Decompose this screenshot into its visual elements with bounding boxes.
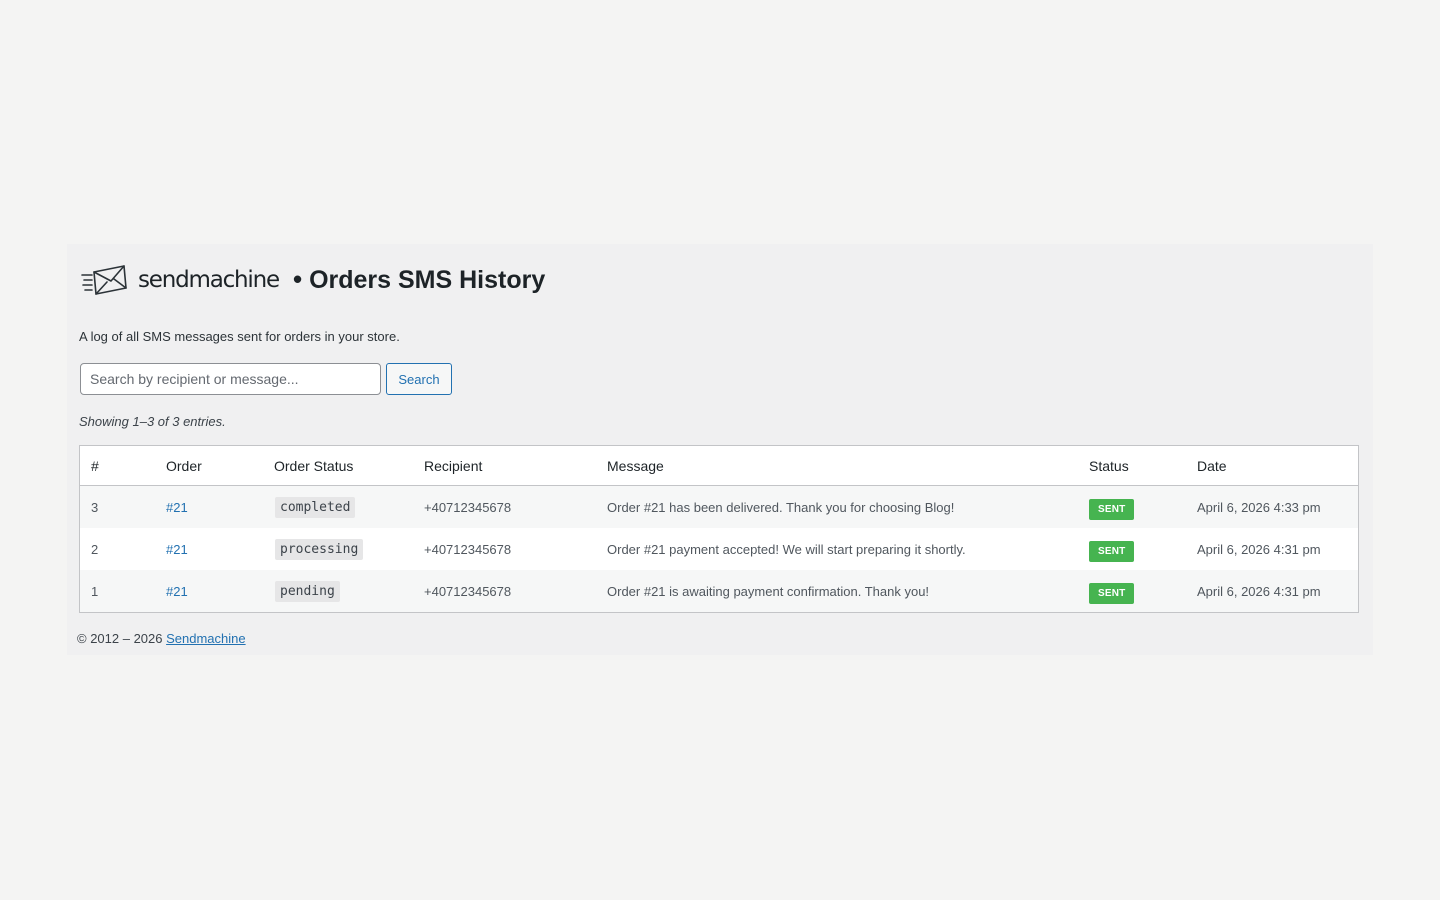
row-order-cell: #21 [155,570,263,612]
row-id: 2 [80,528,155,570]
sendmachine-link[interactable]: Sendmachine [166,631,246,646]
status-badge: SENT [1089,498,1135,520]
status-badge: SENT [1089,540,1135,562]
row-recipient: +40712345678 [413,485,596,528]
sms-history-table: # Order Order Status Recipient Message S… [79,445,1359,613]
row-order-cell: #21 [155,485,263,528]
row-date: April 6, 2026 4:33 pm [1186,485,1358,528]
search-input[interactable] [80,363,381,395]
sms-history-panel: sendmachine • Orders SMS History A log o… [67,244,1373,655]
column-header-status[interactable]: Status [1078,446,1186,486]
row-id: 3 [80,485,155,528]
order-status-code: completed [275,496,356,518]
envelope-logo-icon [81,265,127,295]
row-message: Order #21 is awaiting payment confirmati… [596,570,1078,612]
copyright-text: © 2012 – 2026 [77,631,163,646]
column-header-id[interactable]: # [80,446,155,486]
column-header-order[interactable]: Order [155,446,263,486]
order-link[interactable]: #21 [166,542,188,557]
row-id: 1 [80,570,155,612]
title-group: • Orders SMS History [292,263,546,296]
row-order-status-cell: pending [263,570,413,612]
column-header-recipient[interactable]: Recipient [413,446,596,486]
entries-count: Showing 1–3 of 3 entries. [79,414,226,429]
order-link[interactable]: #21 [166,584,188,599]
row-order-status-cell: processing [263,528,413,570]
page-description: A log of all SMS messages sent for order… [79,329,400,344]
column-header-message[interactable]: Message [596,446,1078,486]
table-row: 3 #21 completed +40712345678 Order #21 h… [80,485,1358,528]
table-row: 1 #21 pending +40712345678 Order #21 is … [80,570,1358,612]
row-order-status-cell: completed [263,485,413,528]
column-header-order-status[interactable]: Order Status [263,446,413,486]
page-title: Orders SMS History [309,265,546,294]
search-bar: Search [80,363,452,395]
order-link[interactable]: #21 [166,500,188,515]
title-bullet: • [292,263,303,294]
table-row: 2 #21 processing +40712345678 Order #21 … [80,528,1358,570]
order-status-code: pending [275,580,340,602]
order-status-code: processing [275,538,364,560]
row-date: April 6, 2026 4:31 pm [1186,528,1358,570]
status-badge: SENT [1089,582,1135,604]
row-message: Order #21 has been delivered. Thank you … [596,485,1078,528]
row-recipient: +40712345678 [413,528,596,570]
brand-name: sendmachine [138,267,280,293]
row-status-cell: SENT [1078,485,1186,528]
search-button[interactable]: Search [386,363,452,395]
row-status-cell: SENT [1078,570,1186,612]
table-header-row: # Order Order Status Recipient Message S… [80,446,1358,486]
row-message: Order #21 payment accepted! We will star… [596,528,1078,570]
row-status-cell: SENT [1078,528,1186,570]
row-recipient: +40712345678 [413,570,596,612]
column-header-date[interactable]: Date [1186,446,1358,486]
row-date: April 6, 2026 4:31 pm [1186,570,1358,612]
row-order-cell: #21 [155,528,263,570]
page-header: sendmachine • Orders SMS History [80,262,545,298]
page-footer: © 2012 – 2026 Sendmachine [77,631,246,646]
